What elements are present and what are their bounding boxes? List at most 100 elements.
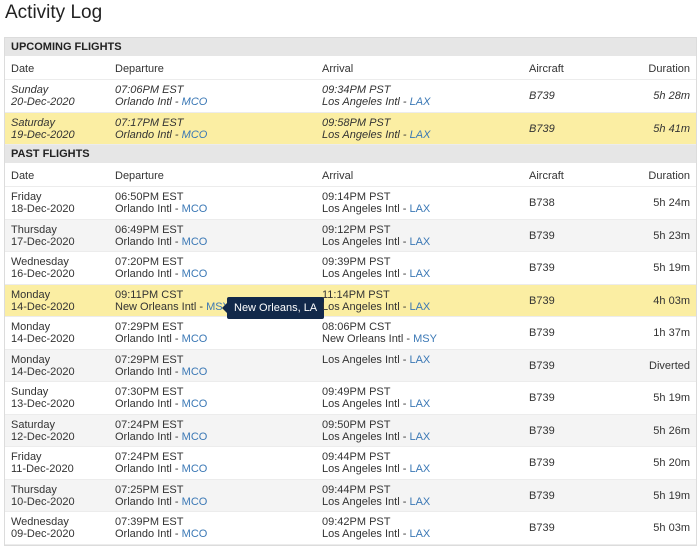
table-row[interactable]: Sunday 20-Dec-2020 07:06PM EST Orlando Int… xyxy=(5,80,696,113)
departure-code-link[interactable]: MCO xyxy=(182,463,208,475)
aircraft-type: B739 xyxy=(529,262,555,274)
arrival-code-link[interactable]: LAX xyxy=(410,96,431,108)
flight-day: Wednesday xyxy=(11,516,69,528)
arrival-time: 09:12PM PST xyxy=(322,223,391,236)
flight-duration: 5h 23m xyxy=(653,229,690,242)
arrival-airport: Los Angeles Intl xyxy=(322,235,400,248)
arrival-code-link[interactable]: LAX xyxy=(409,496,430,508)
departure-time: 06:50PM EST xyxy=(115,191,184,203)
arrival-airport: Los Angeles Intl xyxy=(322,495,400,508)
flight-date: 17-Dec-2020 xyxy=(11,235,75,248)
departure-time: 07:29PM EST xyxy=(115,321,184,333)
departure-code-link[interactable]: MCO xyxy=(182,268,208,280)
table-row[interactable]: Monday 14-Dec-2020 09:11PM CST New Orleans… xyxy=(5,284,696,319)
flight-duration: 5h 19m xyxy=(653,262,690,274)
flight-date: 13-Dec-2020 xyxy=(11,398,75,410)
departure-code-link[interactable]: MCO xyxy=(182,528,208,540)
table-row[interactable]: Monday 14-Dec-2020 07:29PM EST Orlando Int… xyxy=(5,349,696,382)
aircraft-type: B739 xyxy=(529,522,555,534)
aircraft-type: B738 xyxy=(529,197,555,209)
col-arrival: Arrival xyxy=(322,63,354,75)
flight-date: 14-Dec-2020 xyxy=(11,333,75,345)
flight-day: Thursday xyxy=(11,483,57,496)
arrival-code-link[interactable]: LAX xyxy=(409,203,430,215)
departure-code-link[interactable]: MCO xyxy=(182,496,208,508)
table-row[interactable]: Thursday 17-Dec-2020 06:49PM EST Orlando I… xyxy=(5,219,696,252)
departure-airport: Orlando Intl xyxy=(115,128,172,141)
departure-code-link[interactable]: MCO xyxy=(182,129,208,141)
departure-code-link[interactable]: MCO xyxy=(182,96,208,108)
table-row[interactable]: Saturday 19-Dec-2020 07:17PM EST Orlando I… xyxy=(5,112,696,145)
arrival-code-link[interactable]: LAX xyxy=(409,528,430,540)
departure-code-link[interactable]: MCO xyxy=(182,366,208,378)
arrival-code-link[interactable]: LAX xyxy=(409,463,430,475)
departure-code-link[interactable]: MCO xyxy=(182,333,208,345)
col-date: Date xyxy=(11,170,35,182)
departure-airport: Orlando Intl xyxy=(115,495,172,508)
arrival-code-link[interactable]: LAX xyxy=(409,431,430,443)
flight-duration: 5h 20m xyxy=(653,457,690,469)
arrival-airport: Los Angeles Intl xyxy=(322,463,400,475)
arrival-airport: Los Angeles Intl xyxy=(322,398,400,410)
departure-airport: Orlando Intl xyxy=(115,430,172,443)
arrival-code-link[interactable]: MSY xyxy=(413,333,437,345)
departure-airport: New Orleans Intl xyxy=(115,300,197,313)
arrival-time: 09:50PM PST xyxy=(322,418,391,431)
arrival-airport: Los Angeles Intl xyxy=(322,528,400,540)
arrival-time: 09:14PM PST xyxy=(322,191,391,203)
col-aircraft: Aircraft xyxy=(529,170,564,182)
flight-date: 16-Dec-2020 xyxy=(11,268,75,280)
table-row[interactable]: Wednesday 16-Dec-2020 07:20PM EST Orlando … xyxy=(5,252,696,285)
aircraft-type: B739 xyxy=(529,359,555,372)
flight-day: Monday xyxy=(11,321,51,333)
arrival-airport: Los Angeles Intl xyxy=(322,268,400,280)
arrival-time: 08:06PM CST xyxy=(322,321,392,333)
flight-day: Saturday xyxy=(11,116,56,129)
arrival-code-link[interactable]: LAX xyxy=(410,129,431,141)
table-row[interactable]: Saturday 12-Dec-2020 07:24PM EST Orlando I… xyxy=(5,414,696,447)
departure-code-link[interactable]: MCO xyxy=(182,431,208,443)
table-row[interactable]: Friday 18-Dec-2020 06:50PM EST Orlando Int… xyxy=(5,187,696,220)
flight-day: Monday xyxy=(11,288,51,301)
flight-date: 14-Dec-2020 xyxy=(11,365,75,378)
departure-time: 07:24PM EST xyxy=(115,451,184,463)
departure-airport: Orlando Intl xyxy=(115,96,172,108)
arrival-code-link[interactable]: LAX xyxy=(409,398,430,410)
arrival-airport: Los Angeles Intl xyxy=(322,300,400,313)
departure-time: 07:20PM EST xyxy=(115,256,184,268)
col-duration: Duration xyxy=(648,63,690,75)
departure-code-link[interactable]: MCO xyxy=(182,203,208,215)
arrival-code-link[interactable]: LAX xyxy=(409,236,430,248)
arrival-airport: New Orleans Intl xyxy=(322,333,404,345)
arrival-time: 09:44PM PST xyxy=(322,483,391,496)
departure-code-link[interactable]: MCO xyxy=(182,398,208,410)
table-row[interactable]: Friday 11-Dec-2020 07:24PM EST Orlando Int… xyxy=(5,447,696,480)
activity-log-table: UPCOMING FLIGHTS Date Departure Arrival … xyxy=(4,37,697,546)
arrival-code-link[interactable]: LAX xyxy=(409,354,430,366)
aircraft-type: B739 xyxy=(529,327,555,339)
flight-date: 18-Dec-2020 xyxy=(11,203,75,215)
arrival-code-link[interactable]: LAX xyxy=(409,301,430,313)
table-row[interactable]: Wednesday 09-Dec-2020 07:39PM EST Orlando … xyxy=(5,512,696,545)
arrival-time: 09:42PM PST xyxy=(322,516,391,528)
col-aircraft: Aircraft xyxy=(529,63,564,75)
table-row[interactable]: Monday 14-Dec-2020 07:29PM EST Orlando Int… xyxy=(5,317,696,350)
table-row[interactable]: Sunday 13-Dec-2020 07:30PM EST Orlando Int… xyxy=(5,382,696,415)
aircraft-type: B739 xyxy=(529,392,555,404)
table-row[interactable]: Thursday 10-Dec-2020 07:25PM EST Orlando I… xyxy=(5,479,696,512)
aircraft-type: B739 xyxy=(529,122,555,135)
departure-airport: Orlando Intl xyxy=(115,333,172,345)
aircraft-type: B739 xyxy=(529,229,555,242)
departure-time: 06:49PM EST xyxy=(115,223,184,236)
departure-code-link[interactable]: MCO xyxy=(182,236,208,248)
flight-day: Wednesday xyxy=(11,256,69,268)
col-departure: Departure xyxy=(115,170,164,182)
departure-time: 09:11PM CST xyxy=(115,288,184,301)
flight-date: 12-Dec-2020 xyxy=(11,430,75,443)
arrival-code-link[interactable]: LAX xyxy=(409,268,430,280)
arrival-airport: Los Angeles Intl xyxy=(322,128,400,141)
arrival-time: 09:44PM PST xyxy=(322,451,391,463)
arrival-airport: Los Angeles Intl xyxy=(322,430,400,443)
col-date: Date xyxy=(11,63,35,75)
past-flights-list: Friday 18-Dec-2020 06:50PM EST Orlando Int… xyxy=(5,187,696,545)
